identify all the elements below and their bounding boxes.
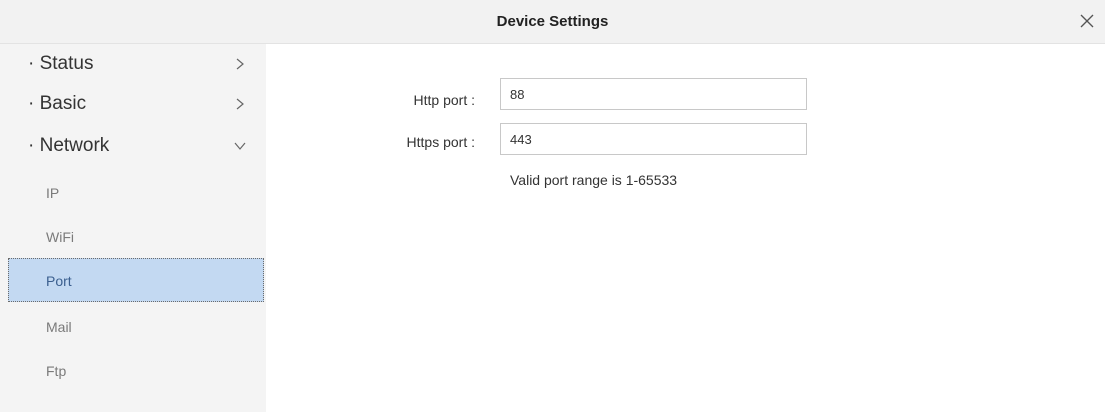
sidebar-subitem-port[interactable]: Port <box>8 258 264 302</box>
window-title: Device Settings <box>496 13 609 30</box>
http-port-label: Http port : <box>413 92 475 108</box>
port-range-hint: Valid port range is 1-65533 <box>510 172 678 188</box>
sidebar-subitem-label: Port <box>46 273 72 289</box>
sidebar-item-label: · Network <box>28 135 110 156</box>
http-port-input[interactable] <box>500 78 807 110</box>
sidebar-subitem-label: IP <box>46 185 60 201</box>
sidebar-item-status[interactable]: · Status <box>0 44 266 84</box>
sidebar-item-label: · Basic <box>28 93 87 114</box>
sidebar-subitem-label: Ftp <box>46 363 67 379</box>
sidebar-subitem-ftp[interactable]: Ftp <box>8 348 264 392</box>
close-icon[interactable] <box>1075 9 1099 33</box>
title-bar: Device Settings <box>0 0 1105 44</box>
sidebar-item-network[interactable]: · Network <box>0 126 266 166</box>
https-port-label: Https port : <box>406 134 475 150</box>
sidebar-subitem-ip[interactable]: IP <box>8 170 264 214</box>
sidebar-item-basic[interactable]: · Basic <box>0 84 266 124</box>
sidebar-subitem-wifi[interactable]: WiFi <box>8 214 264 258</box>
https-port-input[interactable] <box>500 123 807 155</box>
sidebar-item-label: · Status <box>28 53 94 74</box>
chevron-right-icon <box>236 98 244 110</box>
sidebar-subitem-label: WiFi <box>46 229 74 245</box>
sidebar-subitem-mail[interactable]: Mail <box>8 304 264 348</box>
chevron-right-icon <box>236 58 244 70</box>
sidebar-subitem-label: Mail <box>46 319 72 335</box>
sidebar: · Status · Basic · Network IP WiFi Port … <box>0 44 266 412</box>
chevron-down-icon <box>234 142 246 150</box>
